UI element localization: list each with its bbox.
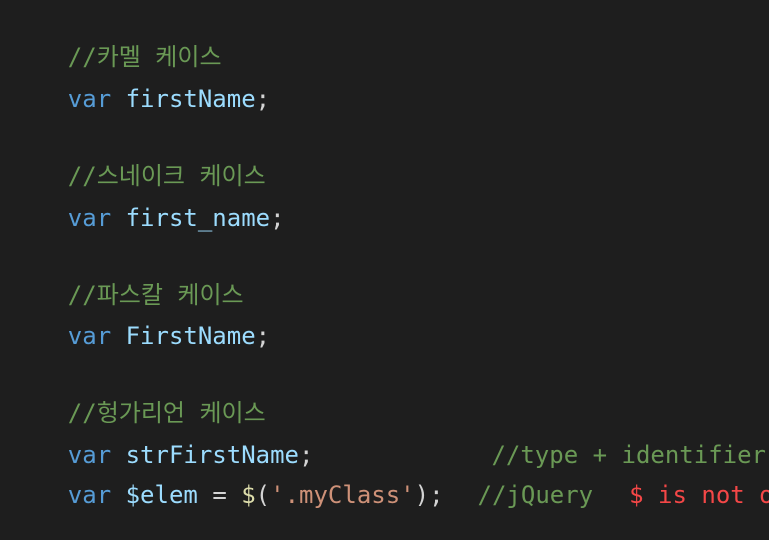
comment-line-snake: //스네이크 케이스 [10, 131, 266, 190]
keyword-var: var [67, 204, 112, 232]
semicolon: ; [255, 85, 271, 113]
code-line-camel: var firstName; [10, 54, 270, 113]
code-line-snake: var first_name; [10, 173, 285, 232]
identifier: FirstName [125, 322, 256, 350]
keyword-var: var [67, 85, 112, 113]
semicolon: ; [255, 322, 271, 350]
code-line-hungarian-2: var $elem = $('.myClass');//jQuery $ is n… [10, 450, 769, 509]
keyword-var: var [67, 322, 112, 350]
identifier: firstName [125, 85, 256, 113]
code-editor[interactable]: //카멜 케이스 var firstName; //스네이크 케이스 var f… [0, 0, 769, 509]
comment-line-pascal: //파스칼 케이스 [10, 250, 244, 309]
code-line-pascal: var FirstName; [10, 291, 270, 350]
comment-line-camel: //카멜 케이스 [10, 12, 222, 71]
semicolon: ; [270, 204, 285, 232]
comment-line-hungarian: //헝가리언 케이스 [10, 368, 266, 427]
code-line-hungarian-1: var strFirstName;//type + identifier [10, 410, 766, 469]
identifier: first_name [125, 204, 271, 232]
